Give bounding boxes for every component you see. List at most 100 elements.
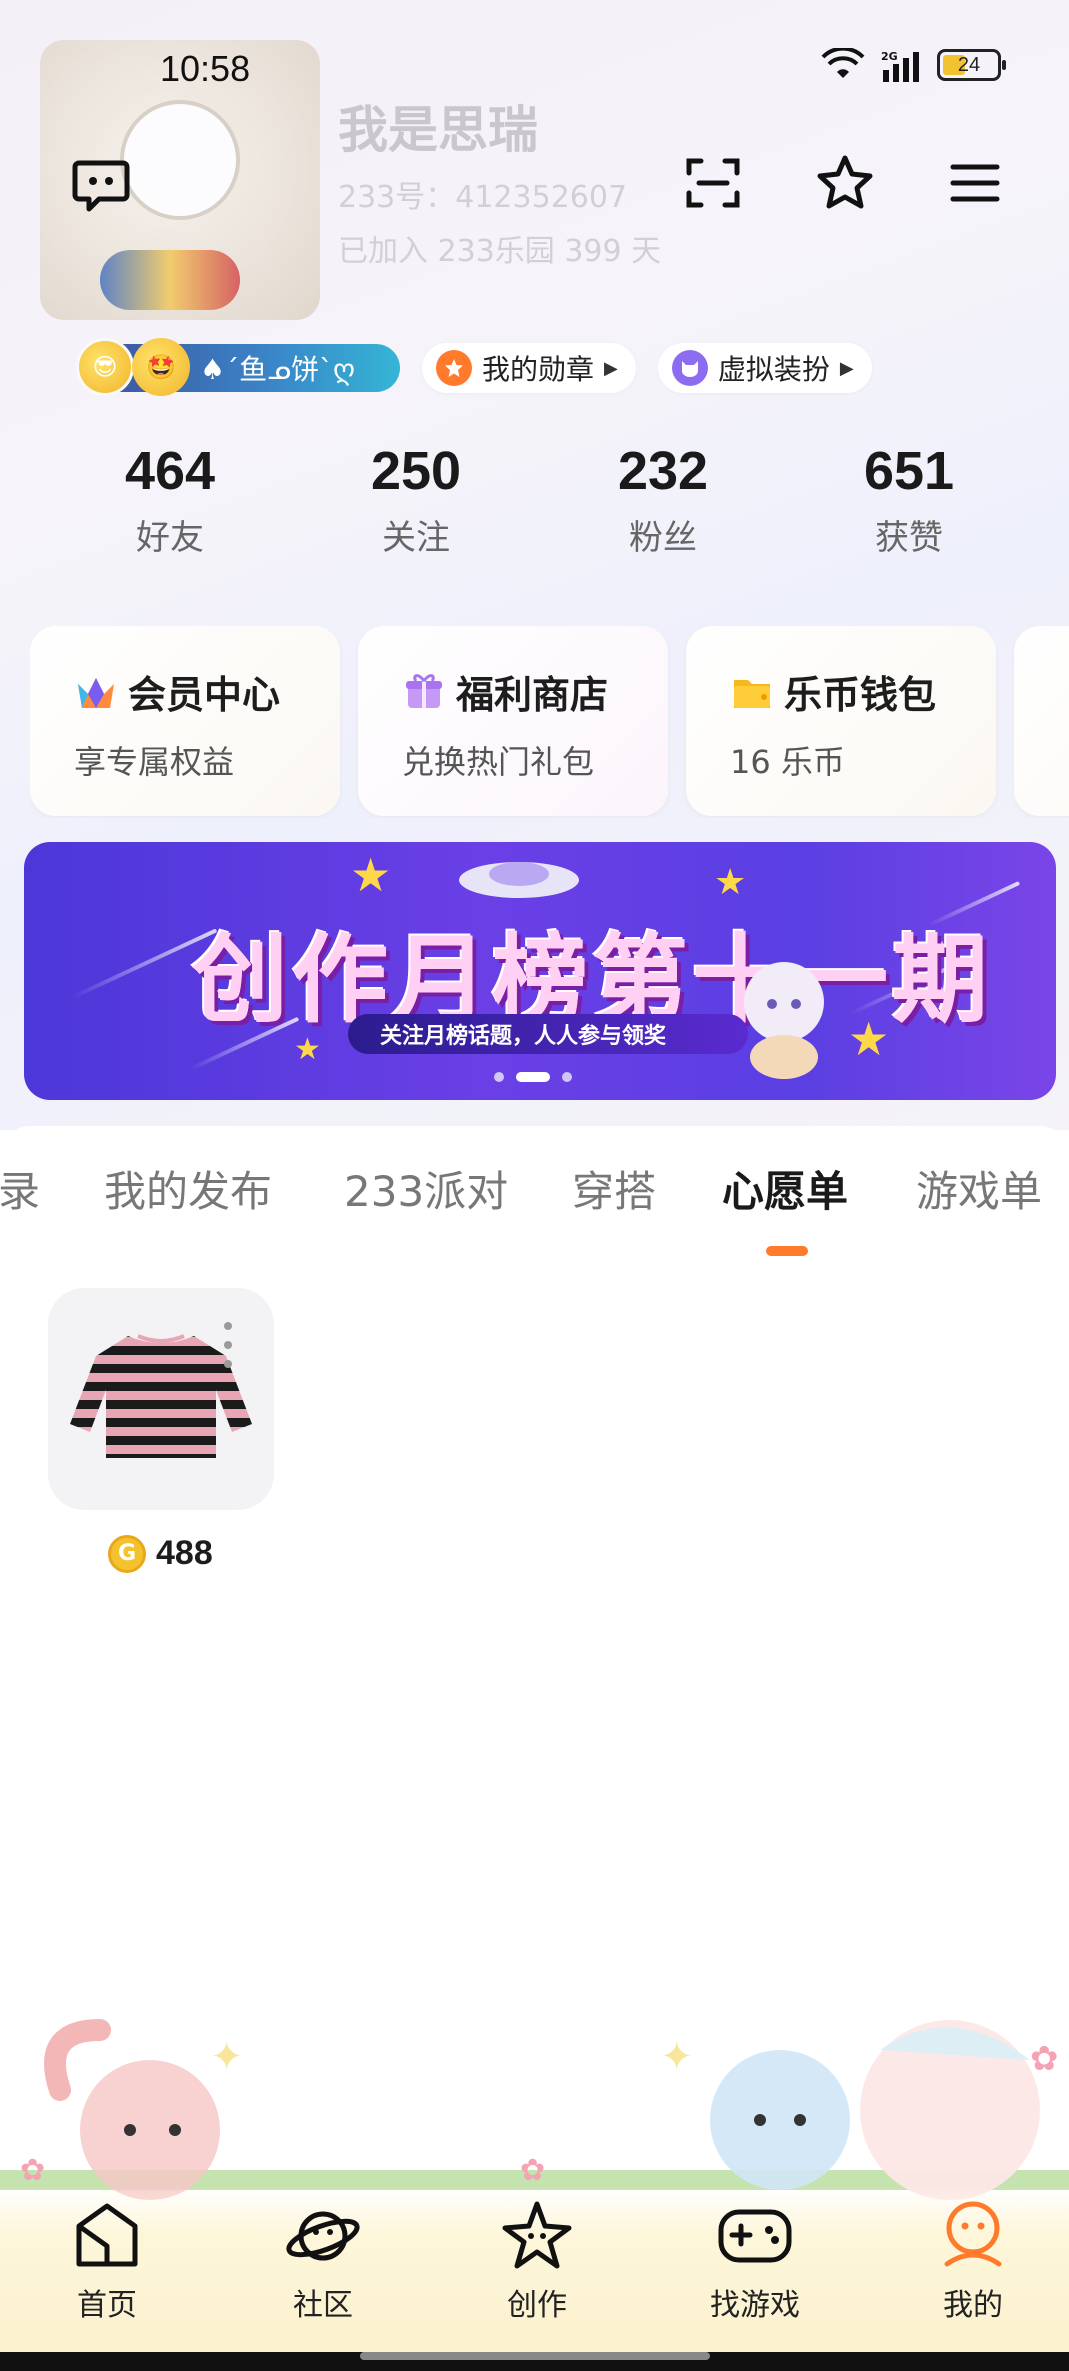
battery-icon: 24	[937, 49, 1006, 81]
nav-create[interactable]: 创作	[472, 2196, 602, 2324]
star-decoration-icon: ★	[714, 862, 747, 903]
svg-text:✿: ✿	[20, 2153, 45, 2188]
star-icon	[817, 155, 873, 209]
g-coin-icon: G	[108, 1534, 146, 1573]
spaceship-icon	[459, 862, 579, 898]
level-badge-text: ♠´鱼ᓄ饼`ღ	[200, 353, 355, 386]
svg-text:✿: ✿	[520, 2153, 545, 2188]
crown-icon	[74, 670, 118, 714]
price-value: 488	[156, 1534, 213, 1572]
my-medals-button[interactable]: 我的勋章 ▶	[422, 343, 636, 393]
profile-icon	[933, 2196, 1013, 2276]
message-button[interactable]	[66, 148, 136, 218]
level-badge[interactable]: 😎 🤩 ♠´鱼ᓄ饼`ღ	[76, 338, 400, 396]
home-indicator[interactable]	[360, 2352, 710, 2360]
message-icon	[72, 160, 130, 212]
network-label: 2G	[881, 50, 898, 63]
pagination-dot[interactable]	[562, 1072, 572, 1082]
gift-icon	[402, 670, 446, 714]
wishlist-item[interactable]	[48, 1288, 274, 1510]
pagination-dot[interactable]	[494, 1072, 504, 1082]
stat-likes[interactable]: 651 获赞	[809, 440, 1009, 559]
stat-fans[interactable]: 232 粉丝	[563, 440, 763, 559]
stats-row: 464 好友 250 关注 232 粉丝 651 获赞	[0, 440, 1069, 580]
avatar-accessory	[100, 250, 240, 310]
nav-label: 创作	[507, 2288, 567, 2323]
wifi-icon	[821, 48, 865, 78]
battery-level: 24	[957, 53, 981, 76]
feature-cards: 会员中心 享专属权益 福利商店 兑换热门礼包 乐币钱包 16 乐币	[30, 626, 1069, 818]
vip-center-card[interactable]: 会员中心 享专属权益	[30, 626, 340, 816]
card-title: 福利商店	[456, 673, 609, 717]
system-navigation-bar	[0, 2352, 1069, 2371]
home-icon	[67, 2196, 147, 2276]
wishlist-item-price: G 488	[108, 1534, 213, 1573]
stat-label: 好友	[136, 518, 204, 558]
tab-wishlist[interactable]: 心愿单	[722, 1158, 848, 1219]
scan-icon	[686, 158, 740, 208]
status-icons: 2G 24	[821, 48, 1006, 82]
badges-row: 😎 🤩 ♠´鱼ᓄ饼`ღ 我的勋章 ▶ 虚拟装扮 ▶	[76, 338, 872, 396]
tab-my-posts[interactable]: 我的发布	[104, 1158, 272, 1219]
tab-game-lists[interactable]: 游戏单	[916, 1158, 1042, 1219]
create-star-icon	[497, 2196, 577, 2276]
wallet-icon	[730, 670, 774, 714]
more-card-partial[interactable]	[1014, 626, 1069, 816]
welfare-shop-card[interactable]: 福利商店 兑换热门礼包	[358, 626, 668, 816]
svg-text:✦: ✦	[660, 2034, 694, 2080]
signal-icon: 2G	[881, 50, 919, 82]
star-decoration-icon: ★	[350, 848, 392, 902]
menu-icon	[950, 164, 1000, 202]
gamepad-icon	[715, 2196, 795, 2276]
status-bar: 10:58 2G 24	[0, 0, 1069, 140]
nav-label: 首页	[77, 2288, 137, 2323]
favorites-button[interactable]	[810, 148, 880, 218]
nav-community[interactable]: 社区	[258, 2196, 388, 2324]
planet-icon	[283, 2196, 363, 2276]
stat-value: 651	[863, 441, 955, 501]
card-title: 会员中心	[128, 673, 281, 717]
nav-find-games[interactable]: 找游戏	[690, 2196, 820, 2324]
active-tab-indicator	[766, 1246, 808, 1256]
card-subtitle: 兑换热门礼包	[402, 743, 595, 781]
nav-me[interactable]: 我的	[908, 2196, 1038, 2324]
stat-friends[interactable]: 464 好友	[70, 440, 270, 559]
banner-subtitle: 关注月榜话题，人人参与领奖	[348, 1014, 748, 1054]
stat-value: 250	[370, 441, 462, 501]
tab-records[interactable]: 录	[0, 1158, 40, 1219]
avatar-dressup-label: 虚拟装扮	[717, 353, 830, 386]
status-time: 10:58	[160, 48, 251, 89]
card-subtitle: 16 乐币	[730, 743, 845, 781]
menu-button[interactable]	[940, 148, 1010, 218]
stat-label: 粉丝	[629, 518, 697, 558]
lecoin-wallet-card[interactable]: 乐币钱包 16 乐币	[686, 626, 996, 816]
tab-outfits[interactable]: 穿搭	[572, 1158, 656, 1219]
nav-home[interactable]: 首页	[42, 2196, 172, 2324]
chevron-right-icon: ▶	[604, 357, 618, 379]
card-title: 乐币钱包	[784, 673, 937, 717]
stat-following[interactable]: 250 关注	[316, 440, 516, 559]
nav-label: 社区	[293, 2288, 353, 2323]
pagination-dot-active[interactable]	[516, 1072, 550, 1082]
my-medals-label: 我的勋章	[482, 353, 595, 386]
banner-pagination	[494, 1072, 572, 1082]
medal-icon	[436, 350, 472, 386]
tab-233-party[interactable]: 233派对	[344, 1158, 508, 1219]
nav-label: 我的	[943, 2288, 1003, 2323]
stat-label: 关注	[382, 518, 450, 558]
svg-text:✿: ✿	[1030, 2039, 1059, 2079]
profile-joined: 已加入 233乐园 399 天	[338, 234, 662, 269]
scan-button[interactable]	[678, 148, 748, 218]
sunglasses-emoji-icon: 😎	[76, 338, 134, 396]
profile-tabs: 录 我的发布 233派对 穿搭 心愿单 游戏单	[0, 1158, 1069, 1228]
stat-label: 获赞	[875, 518, 943, 558]
chevron-right-icon: ▶	[839, 357, 854, 379]
nav-label: 找游戏	[710, 2288, 800, 2323]
star-eyes-emoji-icon: 🤩	[132, 338, 190, 396]
avatar-dressup-button[interactable]: 虚拟装扮 ▶	[657, 343, 872, 393]
stat-value: 464	[124, 441, 216, 501]
promo-banner[interactable]: ★ ★ ★ ★ 创作月榜第十一期 关注月榜话题，人人参与领奖	[24, 842, 1056, 1100]
mascot-girl-icon	[744, 962, 824, 1079]
wishlist-item-more-button[interactable]	[218, 1322, 238, 1368]
card-subtitle: 享专属权益	[74, 743, 235, 781]
